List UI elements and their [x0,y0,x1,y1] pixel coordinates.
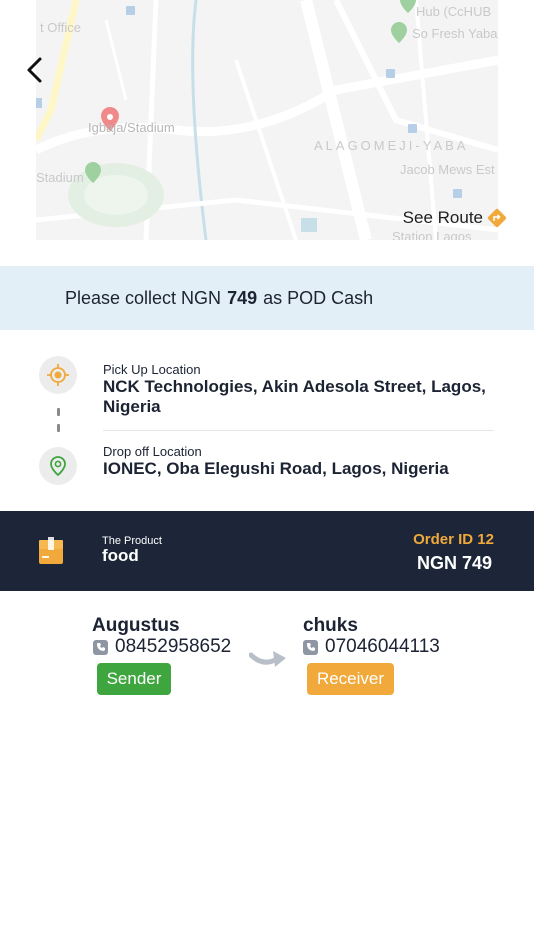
pod-cash-banner: Please collect NGN 749 as POD Cash [0,266,534,330]
pickup-address: NCK Technologies, Akin Adesola Street, L… [103,377,486,416]
map-label-igbaja: Igbaja/Stadium [88,120,175,135]
product-name: food [102,546,139,565]
map-label-alagomeji: ALAGOMEJI-YABA [314,138,469,153]
pod-prefix: Please collect NGN [65,287,222,308]
phone-icon [303,639,318,655]
route-connector [57,424,60,432]
sender-phone-row[interactable]: 08452958652 [93,636,231,658]
dropoff-caption: Drop off Location [103,444,202,459]
see-route-label: See Route [402,208,483,227]
receiver-phone: 07046044113 [325,636,440,657]
receiver-badge[interactable]: Receiver [307,663,394,695]
route-connector [57,408,60,416]
map-label-so-fresh: So Fresh Yaba [412,26,498,41]
map-label-office: t Office [40,20,81,35]
location-divider [103,430,494,431]
order-price: NGN 749 [416,553,492,573]
map-label-jacob: Jacob Mews Est [400,162,495,177]
directions-icon [487,208,507,228]
sender-name: Augustus [92,615,180,636]
sender-badge[interactable]: Sender [97,663,171,695]
map-label-station: Station Lagos [392,229,472,240]
back-button[interactable] [18,52,50,88]
pickup-caption: Pick Up Location [103,362,201,377]
crosshair-icon [39,356,77,394]
map-label-stadium: Stadium [36,170,84,185]
pod-amount: 749 [227,287,258,308]
map-section: Hub (CcHUB t Office So Fresh Yaba Igbaja… [0,0,534,240]
phone-icon [93,639,108,655]
package-icon [39,537,63,564]
dropoff-address: IONEC, Oba Elegushi Road, Lagos, Nigeria [103,459,449,478]
map-label-hub: Hub (CcHUB [416,4,492,19]
map-pin-icon [39,447,77,485]
pod-suffix: as POD Cash [263,287,374,308]
arrow-right-icon [249,651,286,667]
chevron-left-icon [27,57,42,83]
order-id: Order ID 12 [413,531,494,548]
sender-phone: 08452958652 [115,636,232,657]
route-map[interactable]: Hub (CcHUB t Office So Fresh Yaba Igbaja… [36,0,498,240]
order-summary-bar [0,511,534,591]
receiver-name: chuks [303,615,358,636]
see-route-button[interactable]: See Route [402,207,507,229]
receiver-phone-row[interactable]: 07046044113 [303,636,440,658]
